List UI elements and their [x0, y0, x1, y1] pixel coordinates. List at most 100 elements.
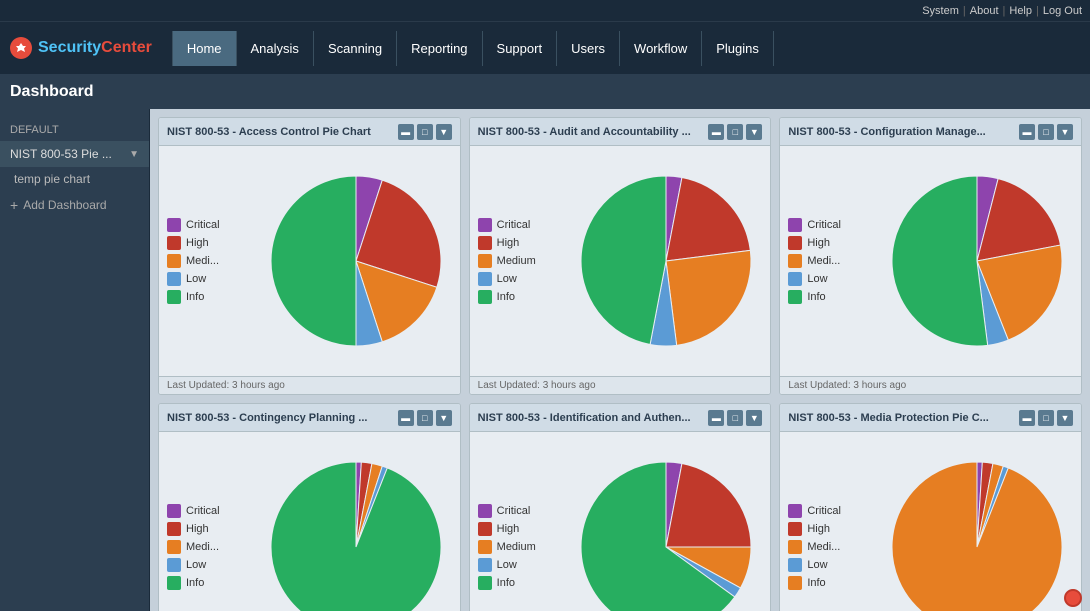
- chart-expand-icon[interactable]: □: [727, 124, 743, 140]
- chart-legend: Critical High Medi... Low Info: [788, 504, 873, 590]
- dashboard-content: NIST 800-53 - Access Control Pie Chart ▬…: [150, 109, 1090, 611]
- legend-label: Critical: [186, 219, 220, 231]
- legend-item: High: [788, 522, 873, 536]
- system-link[interactable]: System: [922, 5, 959, 17]
- chart-menu-icon[interactable]: ▼: [1057, 410, 1073, 426]
- legend-item: Info: [167, 290, 252, 304]
- chart-body: Critical High Medi... Low Info: [780, 432, 1081, 611]
- chart-canvas: [260, 171, 452, 351]
- chart-card-header: NIST 800-53 - Identification and Authen.…: [470, 404, 771, 432]
- legend-color: [478, 558, 492, 572]
- chart-controls: ▬ □ ▼: [398, 410, 452, 426]
- legend-color: [167, 504, 181, 518]
- legend-item: High: [478, 236, 563, 250]
- legend-item: Low: [478, 272, 563, 286]
- legend-label: Info: [497, 577, 515, 589]
- legend-label: Medi...: [186, 541, 219, 553]
- chart-card-header: NIST 800-53 - Access Control Pie Chart ▬…: [159, 118, 460, 146]
- chart-expand-icon[interactable]: □: [1038, 124, 1054, 140]
- chart-card-3: NIST 800-53 - Contingency Planning ... ▬…: [158, 403, 461, 611]
- nav-home[interactable]: Home: [172, 31, 237, 66]
- legend-item: Medi...: [167, 540, 252, 554]
- sidebar-item-nist-pie[interactable]: NIST 800-53 Pie ... ▼: [0, 141, 149, 167]
- chart-controls: ▬ □ ▼: [398, 124, 452, 140]
- legend-item: Medi...: [788, 254, 873, 268]
- chart-legend: Critical High Medium Low Info: [478, 504, 563, 590]
- chart-card-header: NIST 800-53 - Media Protection Pie C... …: [780, 404, 1081, 432]
- chart-card-header: NIST 800-53 - Audit and Accountability .…: [470, 118, 771, 146]
- nav-scanning[interactable]: Scanning: [314, 31, 397, 66]
- legend-color: [167, 236, 181, 250]
- chart-bar-icon[interactable]: ▬: [398, 124, 414, 140]
- chart-footer: Last Updated: 3 hours ago: [470, 376, 771, 394]
- chart-legend: Critical High Medium Low Info: [478, 218, 563, 304]
- legend-color: [788, 290, 802, 304]
- legend-label: Medium: [497, 541, 536, 553]
- chart-title: NIST 800-53 - Configuration Manage...: [788, 126, 1015, 138]
- add-dashboard-button[interactable]: + Add Dashboard: [0, 191, 149, 219]
- chart-expand-icon[interactable]: □: [417, 410, 433, 426]
- chart-menu-icon[interactable]: ▼: [746, 410, 762, 426]
- legend-item: High: [478, 522, 563, 536]
- logout-link[interactable]: Log Out: [1043, 5, 1082, 17]
- sidebar-item-temp-pie[interactable]: temp pie chart: [0, 167, 149, 191]
- legend-item: Low: [167, 558, 252, 572]
- legend-item: Critical: [167, 504, 252, 518]
- nav: Home Analysis Scanning Reporting Support…: [172, 31, 774, 66]
- chart-card-4: NIST 800-53 - Identification and Authen.…: [469, 403, 772, 611]
- chart-card-header: NIST 800-53 - Configuration Manage... ▬ …: [780, 118, 1081, 146]
- dropdown-arrow-icon: ▼: [129, 149, 139, 160]
- nav-workflow[interactable]: Workflow: [620, 31, 702, 66]
- pie-chart: [266, 171, 446, 351]
- chart-menu-icon[interactable]: ▼: [746, 124, 762, 140]
- chart-expand-icon[interactable]: □: [1038, 410, 1054, 426]
- sidebar: Default NIST 800-53 Pie ... ▼ temp pie c…: [0, 109, 150, 611]
- chart-menu-icon[interactable]: ▼: [436, 124, 452, 140]
- legend-item: Low: [788, 558, 873, 572]
- chart-canvas: [881, 457, 1073, 611]
- legend-label: Low: [807, 273, 827, 285]
- nav-analysis[interactable]: Analysis: [237, 31, 314, 66]
- legend-label: Medi...: [807, 255, 840, 267]
- about-link[interactable]: About: [970, 5, 999, 17]
- page-title: Dashboard: [10, 83, 94, 101]
- legend-color: [167, 558, 181, 572]
- chart-legend: Critical High Medi... Low Info: [167, 218, 252, 304]
- main-layout: Default NIST 800-53 Pie ... ▼ temp pie c…: [0, 109, 1090, 611]
- chart-canvas: [571, 171, 763, 351]
- chart-card-5: NIST 800-53 - Media Protection Pie C... …: [779, 403, 1082, 611]
- chart-menu-icon[interactable]: ▼: [1057, 124, 1073, 140]
- chart-canvas: [881, 171, 1073, 351]
- logo-center: Center: [101, 39, 152, 57]
- legend-color: [167, 522, 181, 536]
- legend-label: Info: [807, 291, 825, 303]
- logo: SecurityCenter: [10, 37, 152, 59]
- chart-body: Critical High Medi... Low Info: [159, 432, 460, 611]
- chart-expand-icon[interactable]: □: [417, 124, 433, 140]
- help-link[interactable]: Help: [1009, 5, 1032, 17]
- top-bar: System | About | Help | Log Out: [0, 0, 1090, 22]
- legend-item: Critical: [478, 504, 563, 518]
- nav-plugins[interactable]: Plugins: [702, 31, 774, 66]
- chart-title: NIST 800-53 - Identification and Authen.…: [478, 412, 705, 424]
- chart-bar-icon[interactable]: ▬: [708, 124, 724, 140]
- nav-support[interactable]: Support: [483, 31, 558, 66]
- legend-item: Info: [788, 290, 873, 304]
- chart-title: NIST 800-53 - Contingency Planning ...: [167, 412, 394, 424]
- sidebar-item-label: NIST 800-53 Pie ...: [10, 147, 112, 161]
- chart-bar-icon[interactable]: ▬: [708, 410, 724, 426]
- chart-bar-icon[interactable]: ▬: [398, 410, 414, 426]
- pie-chart: [266, 457, 446, 611]
- chart-card-2: NIST 800-53 - Configuration Manage... ▬ …: [779, 117, 1082, 395]
- legend-item: Info: [788, 576, 873, 590]
- nav-users[interactable]: Users: [557, 31, 620, 66]
- chart-bar-icon[interactable]: ▬: [1019, 124, 1035, 140]
- nav-reporting[interactable]: Reporting: [397, 31, 482, 66]
- chart-menu-icon[interactable]: ▼: [436, 410, 452, 426]
- chart-title: NIST 800-53 - Audit and Accountability .…: [478, 126, 705, 138]
- legend-label: Low: [497, 559, 517, 571]
- chart-expand-icon[interactable]: □: [727, 410, 743, 426]
- chart-bar-icon[interactable]: ▬: [1019, 410, 1035, 426]
- chart-body: Critical High Medium Low Info: [470, 146, 771, 376]
- legend-label: Critical: [807, 505, 841, 517]
